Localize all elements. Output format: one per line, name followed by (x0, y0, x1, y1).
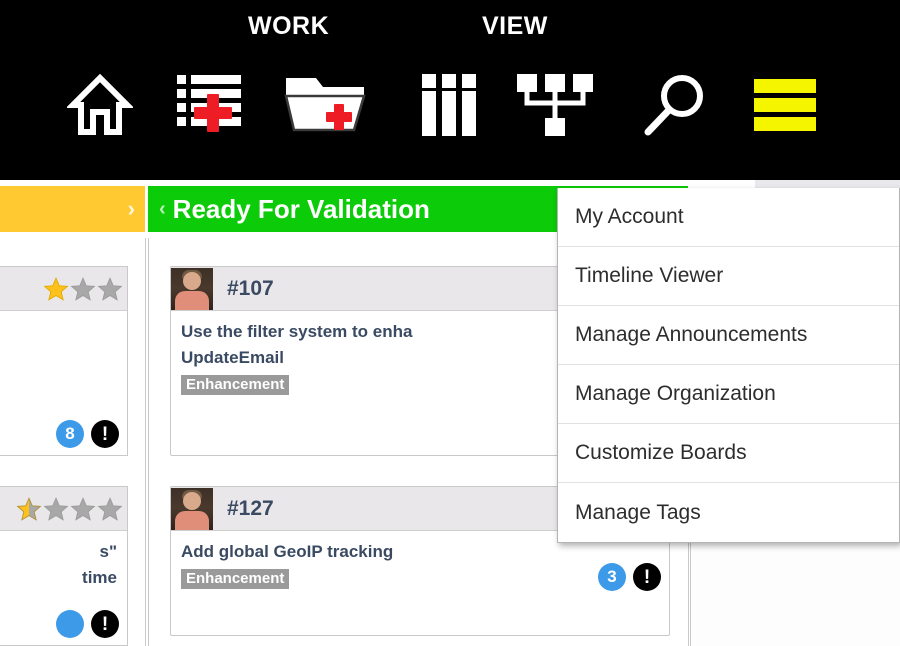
card-title-fragment-line-1: s" (99, 542, 117, 561)
star-half-icon (16, 496, 42, 521)
board-button[interactable] (400, 55, 500, 155)
hamburger-menu-icon (752, 72, 818, 138)
column-2-collapse-chevron-icon[interactable]: ‹ (152, 199, 173, 219)
organization-tree-button[interactable] (505, 55, 605, 155)
star-empty-icon (97, 276, 123, 301)
card-tag[interactable]: Enhancement (181, 569, 290, 589)
list-item[interactable]: 8 ! (0, 266, 128, 456)
menu-item-my-account[interactable]: My Account (558, 188, 899, 247)
card-body: s" time ! (0, 531, 127, 644)
app-root: WORK VIEW › ‹ Ready For Validation 8 ! s… (0, 0, 900, 646)
avatar (171, 487, 213, 530)
nav-section-work-label: WORK (248, 12, 330, 40)
menu-item-manage-announcements[interactable]: Manage Announcements (558, 306, 899, 365)
star-empty-icon (97, 496, 123, 521)
column-2-title: Ready For Validation (172, 193, 430, 224)
card-tag[interactable]: Enhancement (181, 375, 290, 395)
new-task-icon (175, 72, 245, 138)
card-title-fragment-line-2: time (82, 568, 117, 587)
nav-section-labels: WORK VIEW (0, 12, 900, 46)
new-project-button[interactable] (275, 55, 375, 155)
new-project-folder-icon (284, 72, 366, 138)
avatar-body (175, 510, 209, 530)
menu-item-manage-tags[interactable]: Manage Tags (558, 483, 899, 542)
card-id-label: #127 (227, 496, 274, 520)
star-empty-icon (70, 276, 96, 301)
column-1-header[interactable]: › (0, 186, 145, 232)
card-header (0, 487, 127, 531)
menu-item-timeline-viewer[interactable]: Timeline Viewer (558, 247, 899, 306)
comment-count-badge[interactable]: 3 (598, 563, 626, 591)
column-1-collapse-chevron-icon[interactable]: › (121, 198, 145, 220)
top-navigation-bar: WORK VIEW (0, 0, 900, 180)
alert-icon[interactable]: ! (91, 610, 119, 638)
avatar-face (183, 271, 201, 290)
card-id-label: #107 (227, 276, 274, 300)
alert-icon[interactable]: ! (91, 420, 119, 448)
card-rating-stars[interactable] (16, 496, 123, 522)
card-meta: ! (56, 610, 119, 638)
star-empty-icon (43, 496, 69, 521)
menu-item-manage-organization[interactable]: Manage Organization (558, 365, 899, 424)
comment-count-badge[interactable] (56, 610, 84, 638)
avatar-face (183, 491, 201, 510)
new-task-button[interactable] (160, 55, 260, 155)
nav-icon-bar (0, 55, 900, 155)
card-header (0, 267, 127, 311)
home-button[interactable] (50, 55, 150, 155)
card-body: 8 ! (0, 311, 127, 454)
card-meta: 3 ! (598, 563, 661, 591)
org-tree-icon (515, 72, 595, 138)
avatar-body (175, 290, 209, 310)
board-columns-icon (420, 72, 480, 138)
star-filled-icon (43, 276, 69, 301)
card-meta: 8 ! (56, 420, 119, 448)
star-empty-icon (70, 496, 96, 521)
avatar (171, 267, 213, 310)
alert-icon[interactable]: ! (633, 563, 661, 591)
search-button[interactable] (625, 55, 725, 155)
menu-item-customize-boards[interactable]: Customize Boards (558, 424, 899, 483)
comment-count-badge[interactable]: 8 (56, 420, 84, 448)
search-icon (642, 72, 708, 138)
hamburger-menu-button[interactable] (735, 55, 835, 155)
list-item[interactable]: s" time ! (0, 486, 128, 646)
nav-section-view-label: VIEW (482, 12, 548, 40)
card-rating-stars[interactable] (43, 276, 123, 302)
user-menu-dropdown: My Account Timeline Viewer Manage Announ… (557, 188, 900, 543)
home-icon (67, 72, 133, 138)
